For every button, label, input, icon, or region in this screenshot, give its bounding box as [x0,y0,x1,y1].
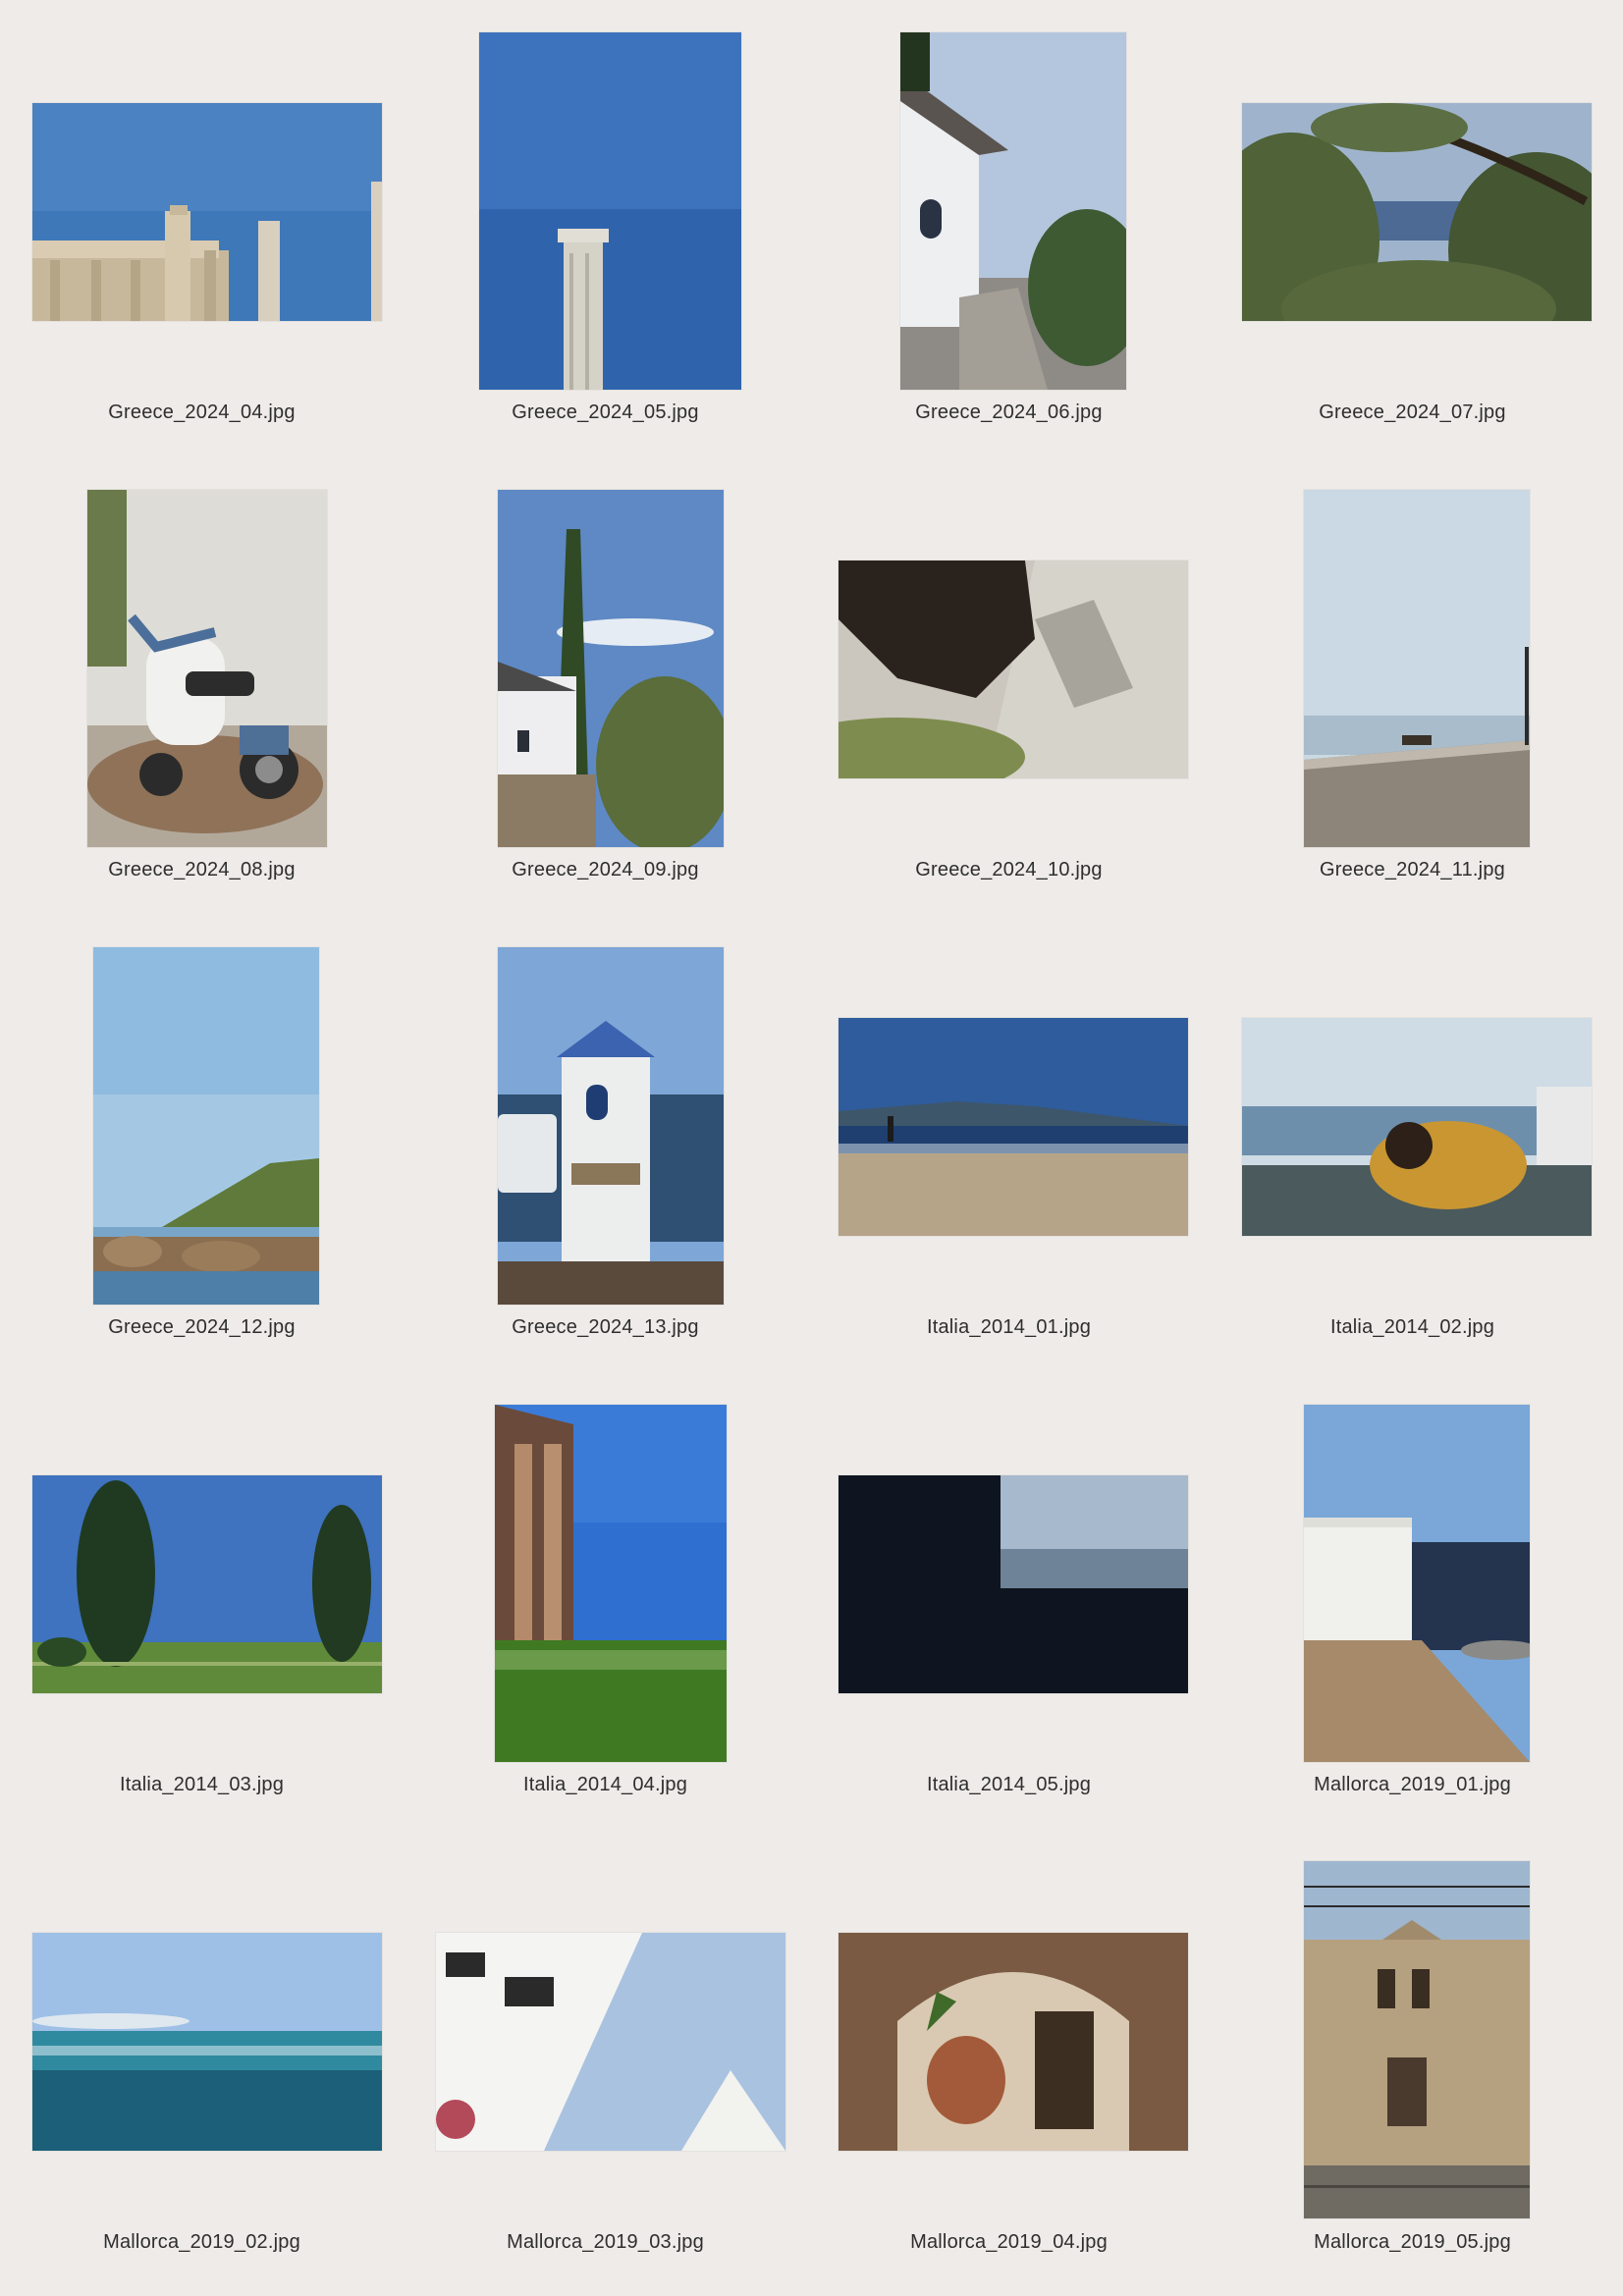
filename-label[interactable]: Italia_2014_03.jpg [0,1774,404,1796]
temple-columns-photo[interactable] [495,1405,727,1762]
filename-label[interactable]: Mallorca_2019_03.jpg [404,2231,807,2254]
photo-card[interactable]: Greece_2024_06.jpg [807,0,1211,457]
filename-label[interactable]: Greece_2024_13.jpg [404,1316,807,1339]
photo-card[interactable]: Italia_2014_04.jpg [404,1372,807,1830]
filename-label[interactable]: Mallorca_2019_04.jpg [807,2231,1211,2254]
photo-card[interactable]: Mallorca_2019_04.jpg [807,1830,1211,2287]
station-building-photo[interactable] [1304,1861,1530,2218]
photo-card[interactable]: Mallorca_2019_02.jpg [0,1830,404,2287]
photo-card[interactable]: Greece_2024_13.jpg [404,915,807,1372]
photo-card[interactable]: Greece_2024_11.jpg [1211,457,1614,915]
twin-cypress-photo[interactable] [32,1475,382,1693]
photo-card[interactable]: Greece_2024_07.jpg [1211,0,1614,457]
filename-label[interactable]: Italia_2014_02.jpg [1211,1316,1614,1339]
filename-label[interactable]: Greece_2024_06.jpg [807,401,1211,424]
filename-label[interactable]: Greece_2024_11.jpg [1211,859,1614,881]
filename-label[interactable]: Italia_2014_01.jpg [807,1316,1211,1339]
window-sea-photo[interactable] [839,1475,1188,1693]
single-column-photo[interactable] [479,32,741,390]
filename-label[interactable]: Greece_2024_04.jpg [0,401,404,424]
courtyard-amphora-photo[interactable] [839,1933,1188,2151]
photo-card[interactable]: Greece_2024_10.jpg [807,457,1211,915]
filename-label[interactable]: Greece_2024_09.jpg [404,859,807,881]
cypress-house-photo[interactable] [498,490,724,847]
filename-label[interactable]: Greece_2024_05.jpg [404,401,807,424]
filename-label[interactable]: Greece_2024_07.jpg [1211,401,1614,424]
photo-grid: Greece_2024_04.jpg Greece_2024_05.jpg Gr… [0,0,1623,2296]
photo-card[interactable]: Greece_2024_05.jpg [404,0,807,457]
filename-label[interactable]: Mallorca_2019_02.jpg [0,2231,404,2254]
filename-label[interactable]: Greece_2024_08.jpg [0,859,404,881]
photo-card[interactable]: Greece_2024_12.jpg [0,915,404,1372]
bench-seafront-photo[interactable] [1304,490,1530,847]
white-chapel-photo[interactable] [900,32,1126,390]
harbor-view-photo[interactable] [1242,1018,1592,1236]
filename-label[interactable]: Italia_2014_04.jpg [404,1774,807,1796]
photo-card[interactable]: Mallorca_2019_01.jpg [1211,1372,1614,1830]
photo-card[interactable]: Mallorca_2019_03.jpg [404,1830,807,2287]
photo-card[interactable]: Italia_2014_03.jpg [0,1372,404,1830]
filename-label[interactable]: Greece_2024_10.jpg [807,859,1211,881]
photo-card[interactable]: Italia_2014_01.jpg [807,915,1211,1372]
photo-card[interactable]: Italia_2014_05.jpg [807,1372,1211,1830]
scooter-photo[interactable] [87,490,327,847]
filename-label[interactable]: Mallorca_2019_05.jpg [1211,2231,1614,2254]
white-building-angle-photo[interactable] [436,1933,785,2151]
filename-label[interactable]: Greece_2024_12.jpg [0,1316,404,1339]
photo-card[interactable]: Mallorca_2019_05.jpg [1211,1830,1614,2287]
white-wall-sea-photo[interactable] [1304,1405,1530,1762]
filename-label[interactable]: Mallorca_2019_01.jpg [1211,1774,1614,1796]
bay-hill-photo[interactable] [93,947,319,1305]
beach-walker-photo[interactable] [839,1018,1188,1236]
photo-card[interactable]: Greece_2024_09.jpg [404,457,807,915]
photo-card[interactable]: Greece_2024_08.jpg [0,457,404,915]
foot-shadow-photo[interactable] [839,561,1188,778]
ruins-columns-photo[interactable] [32,103,382,321]
roadside-shrine-photo[interactable] [498,947,724,1305]
photo-card[interactable]: Greece_2024_04.jpg [0,0,404,457]
olive-trees-sea-photo[interactable] [1242,103,1592,321]
open-sea-photo[interactable] [32,1933,382,2151]
filename-label[interactable]: Italia_2014_05.jpg [807,1774,1211,1796]
photo-card[interactable]: Italia_2014_02.jpg [1211,915,1614,1372]
